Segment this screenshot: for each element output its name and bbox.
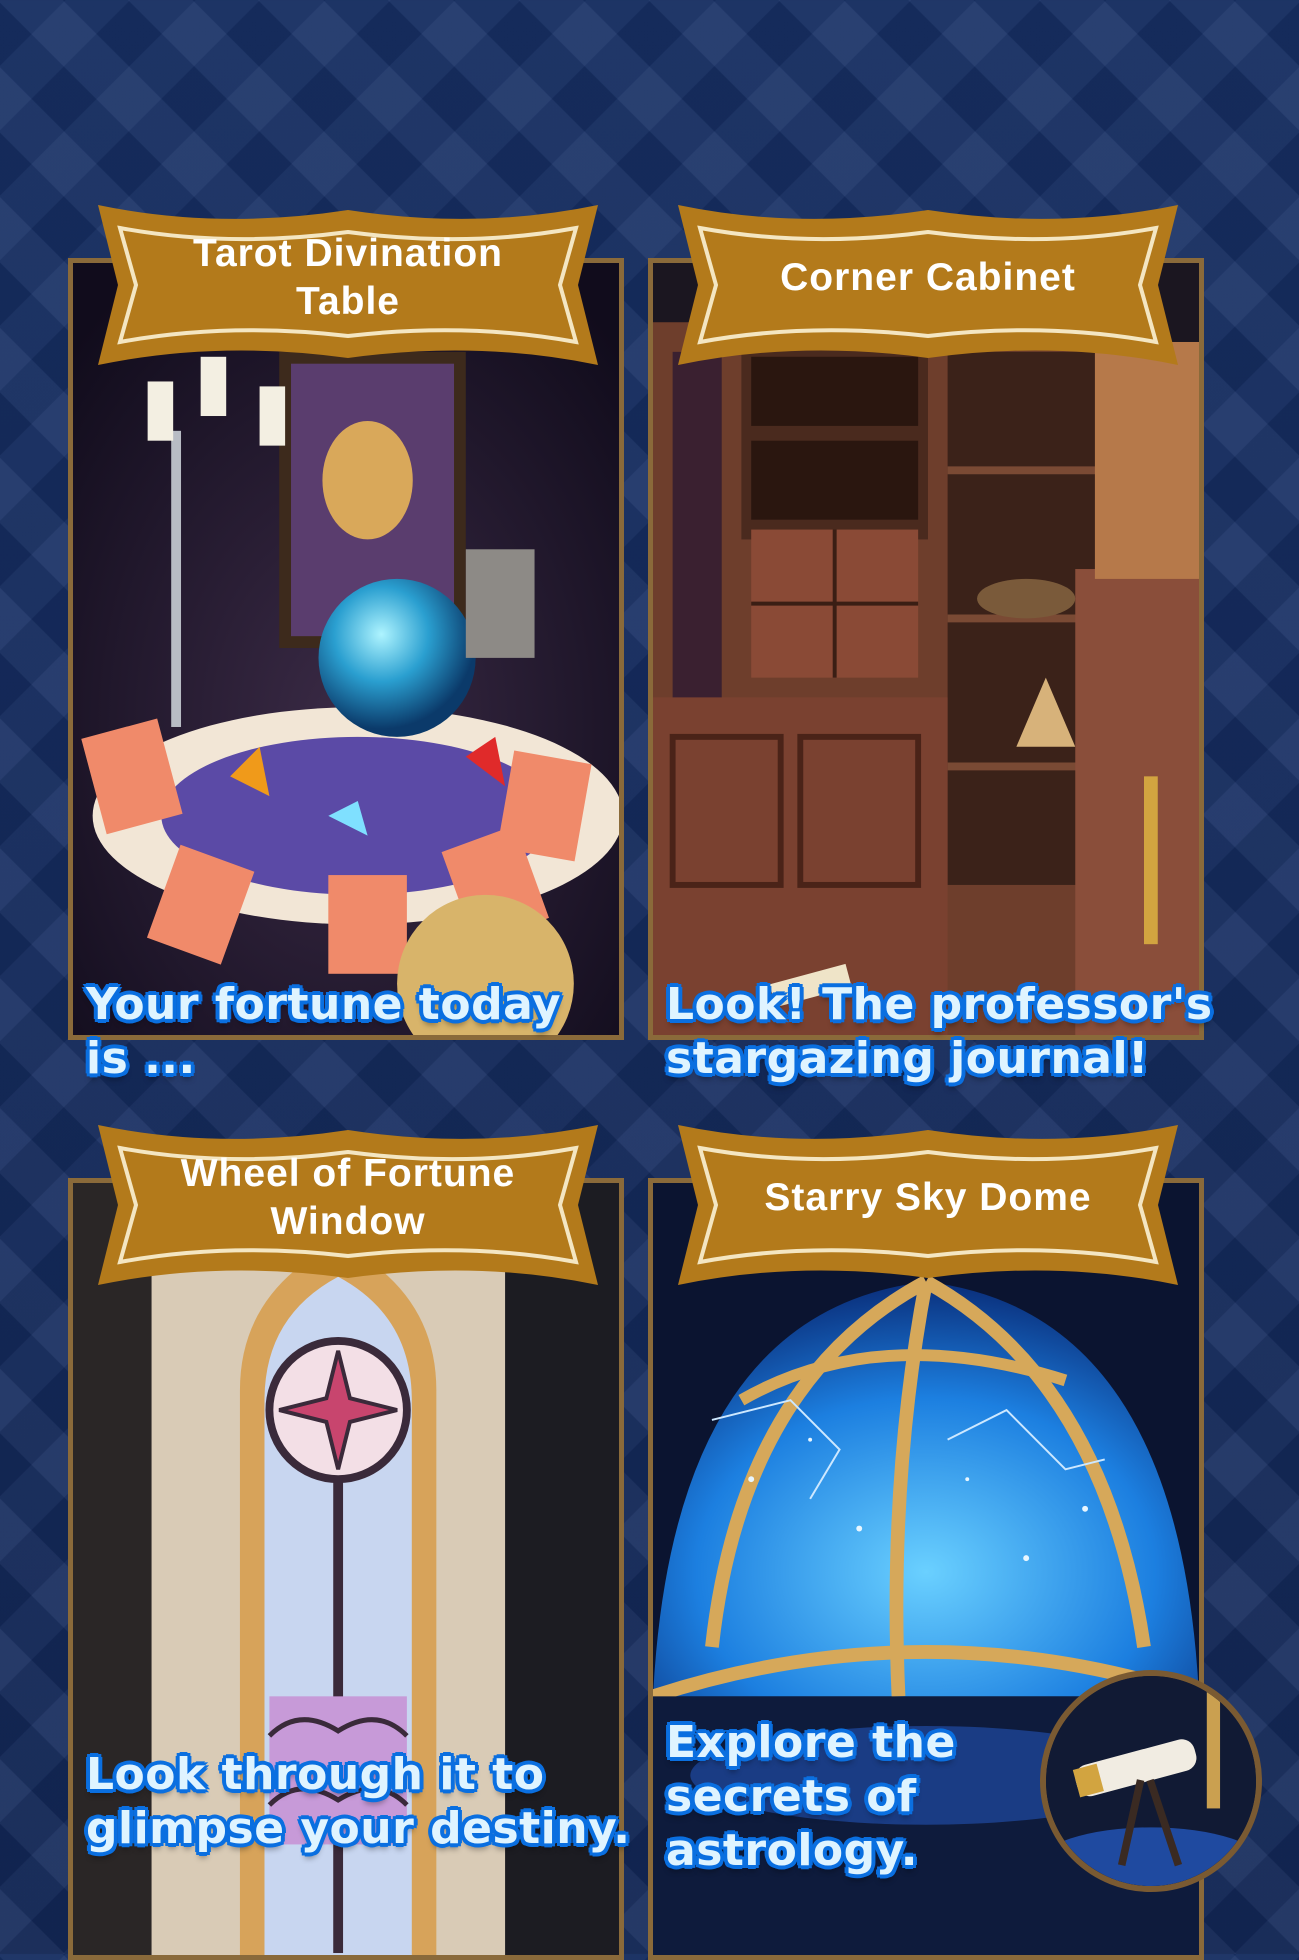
panel-caption: Explore the secrets of astrology.: [666, 1717, 956, 1876]
corner-cabinet-panel: Corner Cabinet Look! The professor's sta…: [648, 205, 1212, 1084]
panel-caption: Your fortune today is ...: [86, 979, 562, 1084]
telescope-inset-photo: [1040, 1670, 1262, 1892]
panel-title-banner: Corner Cabinet: [658, 190, 1198, 380]
fortune-window-panel: Wheel of Fortune Window Look through it …: [68, 1125, 630, 1960]
panel-title: Wheel of Fortune Window: [180, 1152, 516, 1243]
panel-title: Corner Cabinet: [780, 256, 1076, 299]
tarot-table-panel: Tarot Divination Table Your fortune toda…: [68, 205, 624, 1084]
panel-title: Tarot Divination Table: [193, 232, 503, 323]
panel-title-banner: Wheel of Fortune Window: [78, 1110, 618, 1300]
panel-caption: Look through it to glimpse your destiny.: [86, 1749, 631, 1854]
panel-title-banner: Starry Sky Dome: [658, 1110, 1198, 1300]
panel-caption: Look! The professor's stargazing journal…: [666, 979, 1213, 1084]
panel-title: Starry Sky Dome: [764, 1176, 1092, 1219]
panel-title-banner: Tarot Divination Table: [78, 190, 618, 380]
